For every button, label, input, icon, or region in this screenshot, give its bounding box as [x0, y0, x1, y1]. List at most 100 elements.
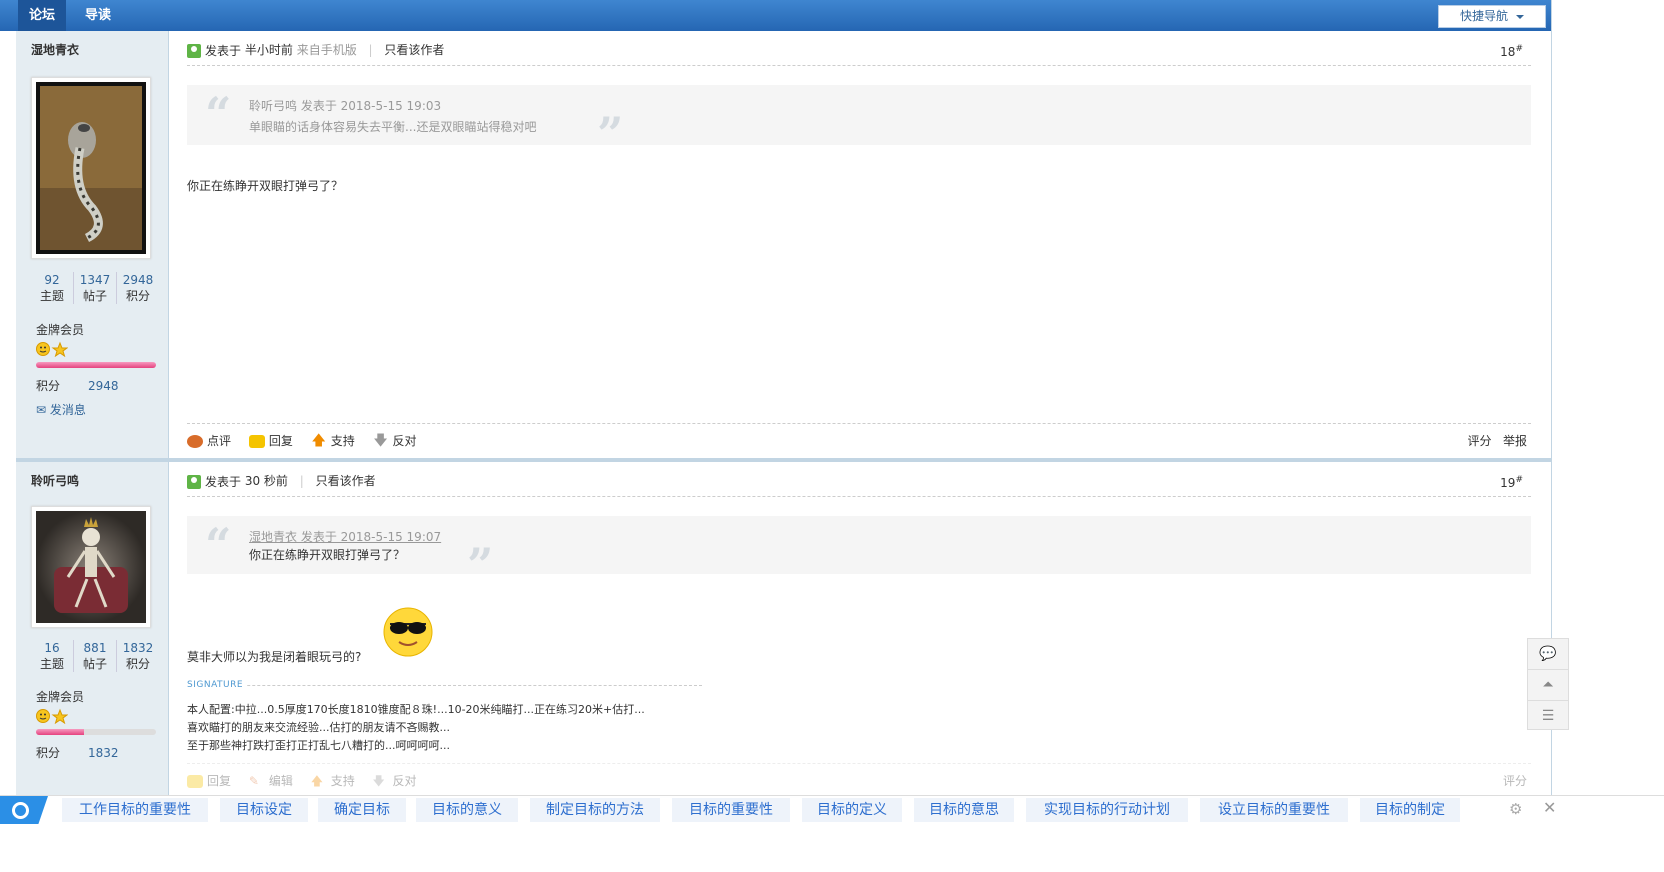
keyword-link[interactable]: 目标的重要性 — [672, 798, 790, 822]
stat-credits-label: 积分 — [125, 289, 150, 303]
credit-value[interactable]: 2948 — [88, 379, 119, 393]
quote-text: 你正在练睁开双眼打弹弓了？ — [249, 548, 406, 562]
keyword-link[interactable]: 目标的定义 — [802, 798, 902, 822]
signature-line: 本人配置:中拉...0.5厚度170长度1810锥度配８珠!...10-20米纯… — [187, 703, 645, 716]
keyword-link[interactable]: 制定目标的方法 — [530, 798, 660, 822]
keyword-link[interactable]: 目标的意思 — [914, 798, 1014, 822]
rank-title[interactable]: 金牌会员 — [36, 321, 84, 338]
credit-row: 积分 1832 — [36, 744, 119, 761]
edit-button[interactable]: ✎ 编辑 — [249, 764, 293, 795]
stat-threads[interactable]: 92 主题 — [31, 272, 74, 304]
post-19: 聆听弓鸣 16 主题 881 帖子 1832 积分 金牌会员 积分 1832 发… — [16, 462, 1551, 795]
author-stats: 92 主题 1347 帖子 2948 积分 — [31, 272, 159, 304]
stat-posts-num: 881 — [83, 641, 107, 655]
stat-posts[interactable]: 1347 帖子 — [74, 272, 117, 304]
author-sidebar: 聆听弓鸣 16 主题 881 帖子 1832 积分 金牌会员 积分 1832 — [16, 462, 169, 795]
quick-reply-button[interactable]: 💬 — [1528, 639, 1568, 670]
author-sidebar: 湿地青衣 92 主题 1347 帖子 2948 积分 金牌会员 积分 2948 ✉ 发消… — [16, 31, 169, 458]
post-main: 发表于 30 秒前 | 只看该作者 19# “ 湿地青衣 发表于 2018-5-… — [187, 462, 1531, 795]
keyword-link[interactable]: 目标设定 — [220, 798, 308, 822]
post-time: 半小时前 — [244, 43, 293, 57]
divider: | — [368, 43, 373, 57]
signature-divider — [187, 685, 702, 686]
oppose-button[interactable]: 🡇 反对 — [373, 424, 416, 458]
tab-forum[interactable]: 论坛 — [18, 0, 66, 31]
chevron-down-icon — [1516, 14, 1524, 19]
send-message-label: 发消息 — [49, 403, 86, 417]
stat-threads-num: 92 — [44, 273, 60, 287]
credit-row: 积分 2948 — [36, 377, 119, 394]
oppose-label: 反对 — [392, 774, 417, 788]
rank-title[interactable]: 金牌会员 — [36, 688, 84, 705]
stat-threads-num: 16 — [44, 641, 60, 655]
gear-icon[interactable]: ⚙ — [1509, 800, 1522, 818]
rate-link[interactable]: 评分 — [1503, 764, 1527, 795]
only-author-link[interactable]: 只看该作者 — [384, 43, 444, 57]
post-content: 莫非大师以为我是闭着眼玩弓的? — [187, 650, 362, 664]
floating-toolbar: 💬 ⏶ ☰ — [1527, 638, 1569, 730]
back-to-top-button[interactable]: ⏶ — [1528, 670, 1568, 701]
keyword-link[interactable]: 确定目标 — [318, 798, 406, 822]
send-message-link[interactable]: ✉ 发消息 — [36, 401, 86, 418]
post-actions-right: 评分 举报 — [1468, 424, 1527, 458]
stat-credits[interactable]: 2948 积分 — [117, 272, 159, 304]
oppose-button[interactable]: 🡇 反对 — [373, 764, 417, 795]
author-name[interactable]: 湿地青衣 — [31, 41, 79, 58]
support-button[interactable]: 🡅 支持 — [311, 424, 354, 458]
close-quote-icon: ” — [597, 107, 624, 161]
report-link[interactable]: 举报 — [1503, 434, 1527, 448]
credit-progress-fill — [36, 729, 84, 735]
post-source[interactable]: 来自手机版 — [297, 43, 357, 57]
credit-progress-fill — [36, 362, 156, 368]
stat-credits[interactable]: 1832 积分 — [117, 640, 159, 672]
keyword-link[interactable]: 目标的制定 — [1360, 798, 1460, 822]
post-actions: 点评 回复 🡅 支持 🡇 反对 评分 举报 — [187, 423, 1531, 454]
author-name[interactable]: 聆听弓鸣 — [31, 472, 79, 489]
post-content: 你正在练睁开双眼打弹弓了？ — [187, 179, 344, 193]
post-header: 发表于 30 秒前 | 只看该作者 19# — [187, 472, 1531, 497]
quote-meta-link[interactable]: 湿地青衣 发表于 2018-5-15 19:07 — [249, 528, 441, 545]
edit-label: 编辑 — [268, 774, 293, 788]
keyword-bar: 工作目标的重要性 目标设定 确定目标 目标的意义 制定目标的方法 目标的重要性 … — [0, 795, 1664, 824]
close-icon[interactable]: ✕ — [1543, 798, 1556, 817]
stat-posts-label: 帖子 — [82, 657, 107, 671]
rate-link[interactable]: 评分 — [1468, 434, 1492, 448]
avatar[interactable] — [31, 506, 151, 628]
stat-threads-label: 主题 — [39, 289, 64, 303]
floor-number[interactable]: 19# — [1500, 475, 1523, 490]
avatar[interactable] — [31, 77, 151, 259]
floor-number[interactable]: 18# — [1500, 44, 1523, 59]
quick-nav-label: 快捷导航 — [1459, 9, 1508, 23]
quick-nav-button[interactable]: 快捷导航 — [1438, 5, 1546, 28]
credit-value[interactable]: 1832 — [88, 746, 119, 760]
only-author-link[interactable]: 只看该作者 — [316, 474, 376, 488]
stat-threads[interactable]: 16 主题 — [31, 640, 74, 672]
list-button[interactable]: ☰ — [1528, 701, 1568, 731]
keyword-link[interactable]: 工作目标的重要性 — [62, 798, 208, 822]
quote-block: “ 湿地青衣 发表于 2018-5-15 19:07 你正在练睁开双眼打弹弓了？… — [187, 516, 1531, 588]
tab-guide[interactable]: 导读 — [74, 0, 122, 31]
search-logo-icon[interactable] — [0, 796, 48, 824]
open-quote-icon: “ — [205, 87, 232, 141]
credit-label: 积分 — [36, 379, 61, 393]
envelope-icon: ✉ — [36, 403, 47, 417]
reply-label: 回复 — [268, 434, 293, 448]
post-prefix: 发表于 — [205, 475, 242, 489]
post-actions: 回复 ✎ 编辑 🡅 支持 🡇 反对 评分 — [187, 763, 1531, 794]
support-button[interactable]: 🡅 支持 — [311, 764, 355, 795]
cool-emoji-icon — [382, 606, 434, 661]
signature-label: SIGNATURE — [187, 680, 248, 690]
close-quote-icon: ” — [467, 538, 494, 592]
support-label: 支持 — [330, 774, 355, 788]
keyword-link[interactable]: 目标的意义 — [416, 798, 518, 822]
signature-line: 喜欢瞄打的朋友来交流经验...估打的朋友请不吝赐教... — [187, 721, 450, 734]
stat-credits-num: 2948 — [122, 273, 154, 287]
reply-button[interactable]: 回复 — [248, 424, 293, 458]
stat-posts[interactable]: 881 帖子 — [74, 640, 117, 672]
keyword-link[interactable]: 设立目标的重要性 — [1200, 798, 1348, 822]
reply-button[interactable]: 回复 — [187, 764, 231, 795]
comment-button[interactable]: 点评 — [187, 424, 231, 458]
keyword-link[interactable]: 实现目标的行动计划 — [1026, 798, 1188, 822]
top-nav-bar: 论坛 导读 快捷导航 — [0, 0, 1551, 31]
signature-line: 至于那些神打跌打歪打正打乱七八糟打的...呵呵呵呵... — [187, 739, 450, 752]
